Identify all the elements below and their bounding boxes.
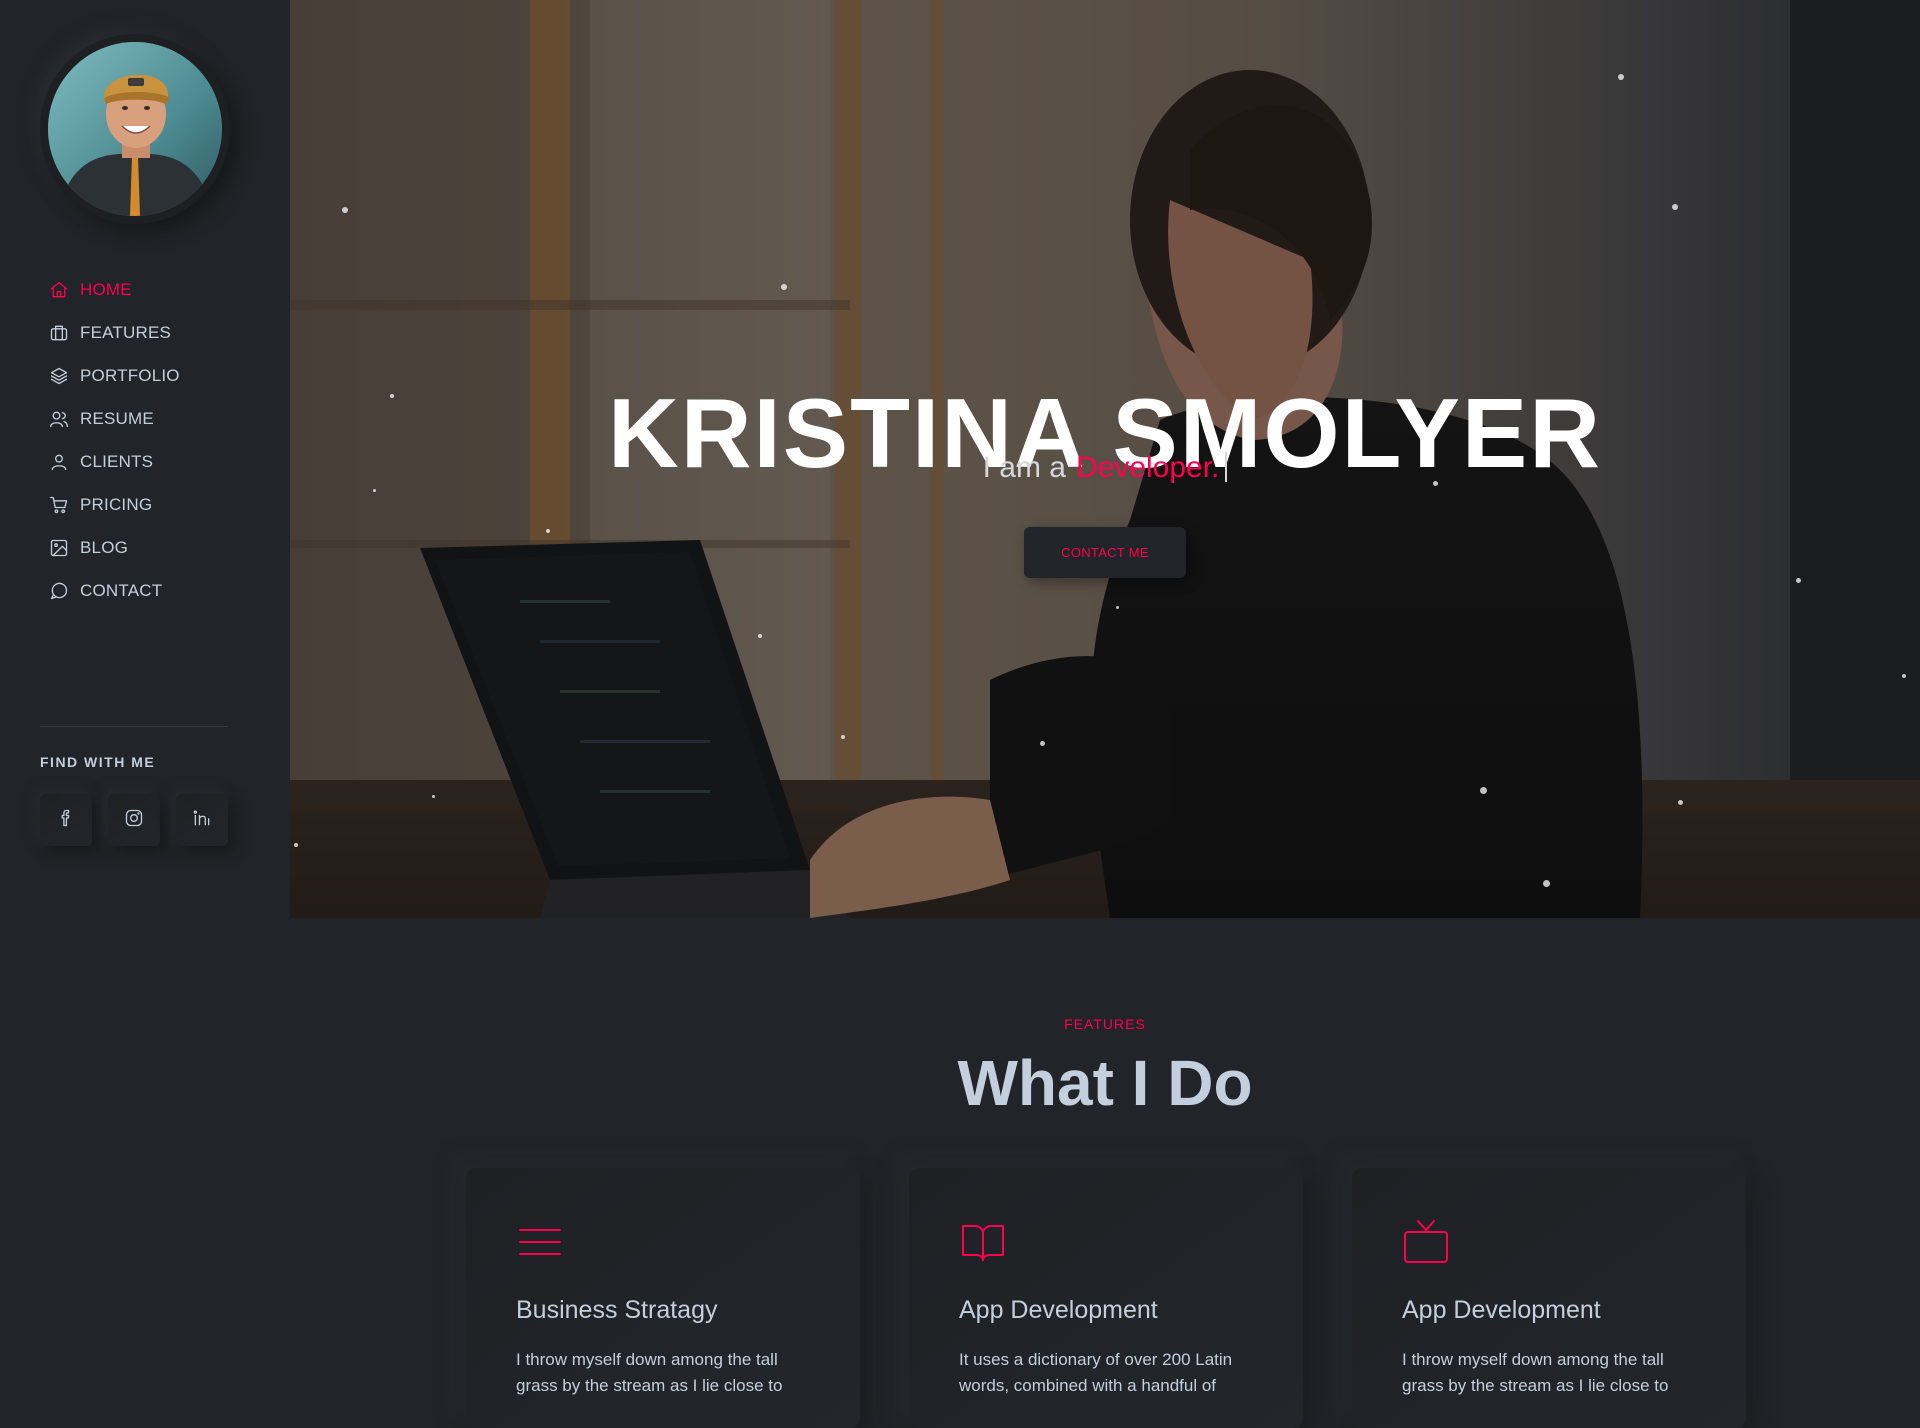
particle (294, 843, 298, 847)
nav-item-portfolio[interactable]: PORTFOLIO (48, 354, 180, 397)
instagram-icon (124, 808, 144, 832)
cart-icon (48, 494, 70, 516)
typing-caret (1225, 452, 1228, 482)
nav-item-label: HOME (80, 279, 132, 299)
instagram-button[interactable] (108, 794, 160, 846)
nav-item-label: PORTFOLIO (80, 365, 180, 385)
social-links (40, 794, 228, 846)
nav-item-pricing[interactable]: PRICING (48, 483, 180, 526)
hero-section: KRISTINA SMOLYER I am a Developer. CONTAC… (290, 0, 1920, 918)
avatar[interactable] (40, 34, 230, 224)
contact-me-button[interactable]: CONTACT ME (1024, 527, 1186, 578)
layers-icon (48, 365, 70, 387)
find-with-me-heading: FIND WITH ME (40, 754, 156, 770)
image-icon (48, 537, 70, 559)
feature-card-title: App Development (1402, 1296, 1601, 1324)
particle (1116, 606, 1119, 609)
tv-icon (1402, 1218, 1450, 1266)
feature-card[interactable]: Business Stratagy I throw myself down am… (466, 1168, 860, 1428)
feature-card-text: I throw myself down among the tall grass… (1402, 1350, 1669, 1395)
nav-item-label: RESUME (80, 408, 154, 428)
hero-subtitle-prefix: I am a (982, 451, 1066, 484)
profile-photo-graphic (48, 42, 222, 216)
nav-item-home[interactable]: HOME (48, 268, 180, 311)
linkedin-icon (192, 808, 212, 832)
facebook-button[interactable] (40, 794, 92, 846)
nav-item-resume[interactable]: RESUME (48, 397, 180, 440)
home-icon (48, 279, 70, 301)
particle (373, 489, 376, 492)
sidebar: HOME FEATURES PORTFOLIO RESUME CLIENTS P… (0, 0, 290, 918)
linkedin-button[interactable] (176, 794, 228, 846)
message-icon (48, 580, 70, 602)
particle (1040, 741, 1045, 746)
particle (1902, 674, 1906, 678)
nav-item-label: CLIENTS (80, 451, 154, 471)
feature-card-text: I throw myself down among the tall grass… (516, 1350, 783, 1395)
user-icon (48, 451, 70, 473)
particle (1543, 880, 1550, 887)
particle (1618, 74, 1624, 80)
particle (432, 795, 435, 798)
nav-item-contact[interactable]: CONTACT (48, 569, 180, 612)
particle (758, 634, 762, 638)
book-icon (959, 1218, 1007, 1266)
sidebar-divider (40, 726, 228, 727)
particle (1796, 578, 1801, 583)
feature-card-text: It uses a dictionary of over 200 Latin w… (959, 1350, 1233, 1395)
nav-item-label: PRICING (80, 494, 153, 514)
nav-item-blog[interactable]: BLOG (48, 526, 180, 569)
briefcase-icon (48, 322, 70, 344)
hero-subtitle: I am a Developer. (290, 452, 1920, 483)
particle (546, 529, 550, 533)
features-section-title: What I Do (957, 1047, 1253, 1119)
main-nav: HOME FEATURES PORTFOLIO RESUME CLIENTS P… (48, 268, 180, 612)
nav-item-label: FEATURES (80, 322, 172, 342)
particle (1480, 787, 1487, 794)
nav-item-features[interactable]: FEATURES (48, 311, 180, 354)
feature-card-title: Business Stratagy (516, 1296, 718, 1324)
feature-card-title: App Development (959, 1296, 1158, 1324)
feature-card[interactable]: App Development It uses a dictionary of … (909, 1168, 1303, 1428)
particle (1678, 800, 1683, 805)
particle (342, 207, 348, 213)
particle (781, 284, 787, 290)
nav-item-label: CONTACT (80, 580, 163, 600)
hero-subtitle-role: Developer. (1075, 451, 1220, 484)
particle (1672, 204, 1678, 210)
nav-item-clients[interactable]: CLIENTS (48, 440, 180, 483)
users-icon (48, 408, 70, 430)
particle (841, 735, 845, 739)
profile-photo (48, 42, 222, 216)
facebook-icon (56, 808, 76, 832)
features-section-subtitle: FEATURES (1064, 1016, 1146, 1032)
menu-icon (516, 1218, 564, 1266)
nav-item-label: BLOG (80, 537, 129, 557)
feature-card[interactable]: App Development I throw myself down amon… (1352, 1168, 1746, 1428)
